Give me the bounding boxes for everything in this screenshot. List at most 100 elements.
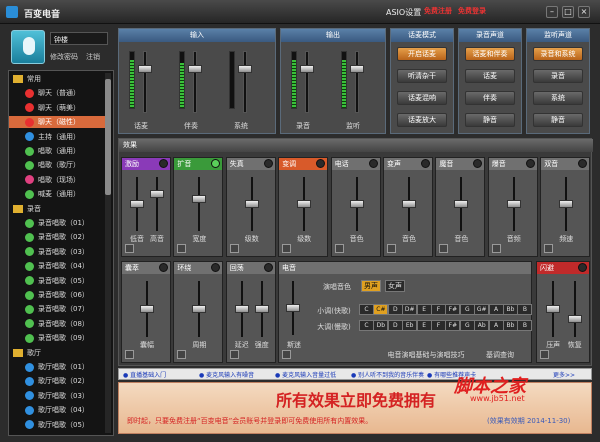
key-button[interactable]: G# xyxy=(474,304,490,315)
power-icon[interactable] xyxy=(159,159,168,168)
key-button[interactable]: A xyxy=(488,320,504,331)
tree-item[interactable]: 录音唱歌（04） xyxy=(9,260,105,272)
reset-icon[interactable] xyxy=(177,244,187,253)
slider-track[interactable] xyxy=(155,176,159,232)
key-button[interactable]: C# xyxy=(373,304,389,315)
change-password-link[interactable]: 修改密码 xyxy=(50,52,78,62)
key-button[interactable]: F xyxy=(431,320,446,331)
tone-tip-link[interactable]: 电音演唱基础与演唱技巧 xyxy=(381,350,471,360)
key-button[interactable]: G xyxy=(459,304,475,315)
power-icon[interactable] xyxy=(211,159,221,168)
reset-icon[interactable] xyxy=(544,244,554,253)
scrollbar-thumb[interactable] xyxy=(105,79,111,195)
help-tip-link[interactable]: ● 别人听不到我的音乐伴奏 xyxy=(351,370,424,379)
reset-icon[interactable] xyxy=(125,244,134,253)
mic-mode-button-1[interactable]: 听清杂干 xyxy=(397,69,447,83)
reset-icon[interactable] xyxy=(491,244,501,253)
record-channel-button-3[interactable]: 静音 xyxy=(465,113,515,127)
tree-item[interactable]: 录音唱歌（02） xyxy=(9,231,105,243)
slider-knob[interactable] xyxy=(234,305,249,313)
key-button[interactable]: F xyxy=(431,304,446,315)
power-icon[interactable] xyxy=(368,159,378,168)
power-icon[interactable] xyxy=(525,159,535,168)
minimize-button[interactable]: – xyxy=(546,6,558,18)
key-button[interactable]: G xyxy=(459,320,475,331)
key-button[interactable]: Eb xyxy=(402,320,418,331)
mic-mode-button-3[interactable]: 话麦放大 xyxy=(397,113,447,127)
male-voice-button[interactable]: 男声 xyxy=(361,280,381,292)
slider-knob[interactable] xyxy=(192,305,207,313)
help-tip-link[interactable]: ● 直播基础入门 xyxy=(123,370,166,379)
record-channel-button-1[interactable]: 话麦 xyxy=(465,69,515,83)
fader-knob[interactable] xyxy=(188,65,202,73)
fader-track[interactable] xyxy=(143,51,147,113)
slider-knob[interactable] xyxy=(546,305,561,313)
reset-icon[interactable] xyxy=(282,244,292,253)
username-field[interactable]: 钟楼 xyxy=(50,32,108,45)
slider-knob[interactable] xyxy=(254,305,269,313)
key-button[interactable]: Bb xyxy=(503,320,518,331)
fader-knob[interactable] xyxy=(350,65,364,73)
monitor-channel-button-2[interactable]: 系统 xyxy=(533,91,583,105)
reset-icon[interactable] xyxy=(177,350,187,359)
reset-icon[interactable] xyxy=(282,350,291,359)
fader-track[interactable] xyxy=(355,51,359,113)
slider-knob[interactable] xyxy=(402,200,416,208)
key-button[interactable]: B xyxy=(517,304,533,315)
slider-knob[interactable] xyxy=(349,200,364,208)
tree-item[interactable]: 录音唱歌（06） xyxy=(9,289,105,301)
key-button[interactable]: D xyxy=(387,304,403,315)
tree-item[interactable]: 录音唱歌（01） xyxy=(9,217,105,229)
tree-group[interactable]: 录音 xyxy=(9,203,105,215)
record-channel-button-0[interactable]: 话麦和伴奏 xyxy=(465,47,515,61)
slider-knob[interactable] xyxy=(506,200,521,208)
asio-settings-link[interactable]: ASIO设置 xyxy=(386,7,421,18)
tree-item[interactable]: 聊天（萌美） xyxy=(9,102,105,114)
key-button[interactable]: B xyxy=(517,320,533,331)
slider-knob[interactable] xyxy=(130,200,144,208)
record-channel-button-2[interactable]: 伴奏 xyxy=(465,91,515,105)
key-button[interactable]: E xyxy=(416,320,432,331)
slider-track[interactable] xyxy=(197,176,202,232)
tree-item[interactable]: 录音唱歌（07） xyxy=(9,303,105,315)
tree-item[interactable]: 歌厅唱歌（03） xyxy=(9,390,105,402)
register-button[interactable]: 免费注册 xyxy=(424,6,452,18)
key-button[interactable]: C xyxy=(359,320,374,331)
key-button[interactable]: C xyxy=(359,304,374,315)
key-button[interactable]: A xyxy=(488,304,504,315)
tree-item[interactable]: 歌厅唱歌（01） xyxy=(9,361,105,373)
tree-item[interactable]: 录音唱歌（09） xyxy=(9,332,105,344)
tree-group[interactable]: 歌厅 xyxy=(9,347,105,359)
monitor-channel-button-3[interactable]: 静音 xyxy=(533,113,583,127)
tree-item[interactable]: 唱歌（通用） xyxy=(9,145,105,157)
reset-icon[interactable] xyxy=(540,350,549,359)
slider-knob[interactable] xyxy=(454,200,469,208)
fader-knob[interactable] xyxy=(300,65,314,73)
tree-item[interactable]: 歌厅唱歌（04） xyxy=(9,404,105,416)
slider-knob[interactable] xyxy=(150,190,164,199)
tree-item[interactable]: 主持（通用） xyxy=(9,131,105,143)
power-icon[interactable] xyxy=(473,159,483,168)
more-tips-link[interactable]: 更多>> xyxy=(553,370,575,379)
tree-item[interactable]: 录音唱歌（03） xyxy=(9,246,105,258)
tree-item[interactable]: 唱歌（歌厅） xyxy=(9,159,105,171)
slider-knob[interactable] xyxy=(244,200,259,208)
power-icon[interactable] xyxy=(263,159,273,168)
help-tip-link[interactable]: ● 麦克风输入有噪音 xyxy=(199,370,254,379)
tree-item[interactable]: 歌厅唱歌（05） xyxy=(9,419,105,431)
monitor-channel-button-1[interactable]: 录音 xyxy=(533,69,583,83)
reset-icon[interactable] xyxy=(125,350,134,359)
tree-item[interactable]: 唱歌（现场） xyxy=(9,174,105,186)
slider-knob[interactable] xyxy=(297,200,312,208)
key-button[interactable]: Bb xyxy=(503,304,518,315)
reset-icon[interactable] xyxy=(439,244,449,253)
power-icon[interactable] xyxy=(211,263,221,272)
female-voice-button[interactable]: 女声 xyxy=(385,280,405,292)
reset-icon[interactable] xyxy=(229,350,239,359)
tree-item[interactable]: 录音唱歌（08） xyxy=(9,318,105,330)
reset-icon[interactable] xyxy=(229,244,239,253)
tree-scrollbar[interactable] xyxy=(105,73,111,433)
mic-mode-button-2[interactable]: 话麦混响 xyxy=(397,91,447,105)
logout-link[interactable]: 注销 xyxy=(86,52,100,62)
close-button[interactable]: × xyxy=(578,6,590,18)
